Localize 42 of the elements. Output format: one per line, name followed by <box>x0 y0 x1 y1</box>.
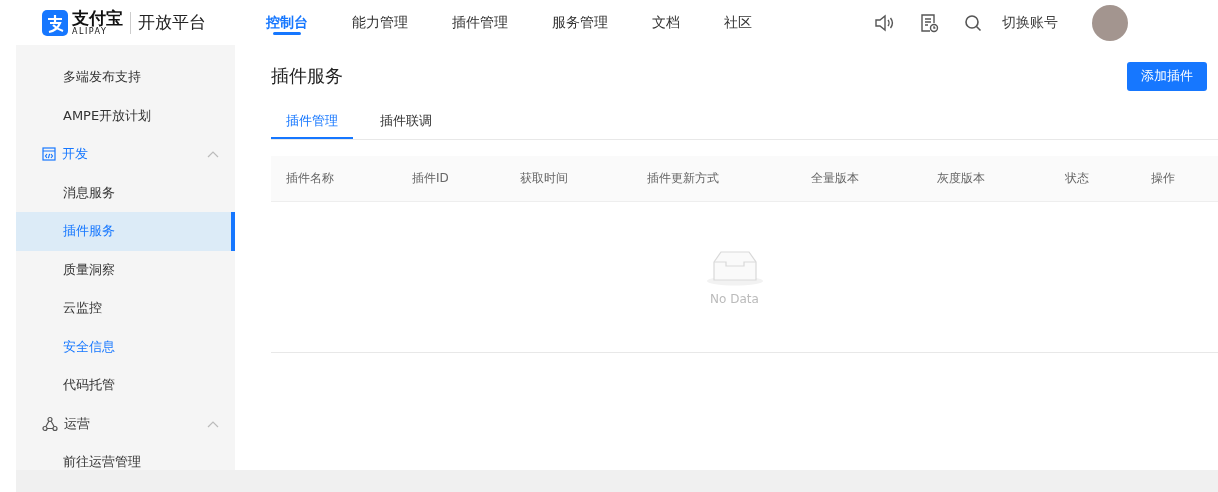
tab[interactable]: 插件管理 <box>271 105 353 139</box>
sidebar-group-label[interactable]: 运营 <box>64 414 90 433</box>
logo-icon <box>42 9 68 36</box>
sidebar-item[interactable]: AMPE开放计划 <box>16 96 235 135</box>
nav-tab[interactable]: 社区 <box>722 0 754 45</box>
column-header: 灰度版本 <box>937 170 986 187</box>
connected-nodes-icon <box>42 415 58 432</box>
empty-inbox-icon <box>705 248 764 286</box>
nav-tab[interactable]: 文档 <box>650 0 682 45</box>
column-header: 插件ID <box>412 170 450 187</box>
add-plugin-button[interactable]: 添加插件 <box>1127 61 1207 91</box>
sidebar-item[interactable]: 多端发布支持 <box>16 58 235 97</box>
speaker-icon[interactable] <box>874 12 894 33</box>
column-header: 获取时间 <box>520 170 569 187</box>
column-header: 插件更新方式 <box>647 170 720 187</box>
nav-tab[interactable]: 能力管理 <box>350 0 410 45</box>
column-header: 插件名称 <box>286 170 335 187</box>
no-data-text: No Data <box>710 292 759 306</box>
product-name: 开放平台 <box>138 11 206 34</box>
logo-subtitle: ALIPAY <box>72 26 109 36</box>
code-window-icon <box>42 147 56 162</box>
document-clock-icon[interactable] <box>919 12 939 33</box>
column-header: 全量版本 <box>811 170 860 187</box>
sidebar-item[interactable]: 质量洞察 <box>16 250 235 289</box>
sidebar-item[interactable]: 安全信息 <box>16 327 235 366</box>
sidebar-item[interactable]: 前往运营管理 <box>16 443 235 482</box>
nav-tab[interactable]: 插件管理 <box>450 0 510 45</box>
sidebar-item[interactable]: 代码托管 <box>16 366 235 405</box>
sidebar-group-label[interactable]: 开发 <box>62 145 88 164</box>
column-header: 操作 <box>1151 170 1176 187</box>
column-header: 状态 <box>1065 170 1090 187</box>
page-title: 插件服务 <box>271 64 343 88</box>
nav-tab[interactable]: 控制台 <box>264 0 310 45</box>
avatar[interactable] <box>1092 4 1128 41</box>
logo-name: 支付宝 <box>72 9 123 27</box>
switch-account-link[interactable]: 切换账号 <box>1002 13 1058 32</box>
sidebar-item[interactable]: 插件服务 <box>16 212 235 251</box>
tab[interactable]: 插件联调 <box>365 105 447 139</box>
search-icon[interactable] <box>964 13 982 32</box>
sidebar-item[interactable]: 消息服务 <box>16 173 235 212</box>
sidebar-item[interactable]: 云监控 <box>16 289 235 328</box>
nav-tab[interactable]: 服务管理 <box>550 0 610 45</box>
